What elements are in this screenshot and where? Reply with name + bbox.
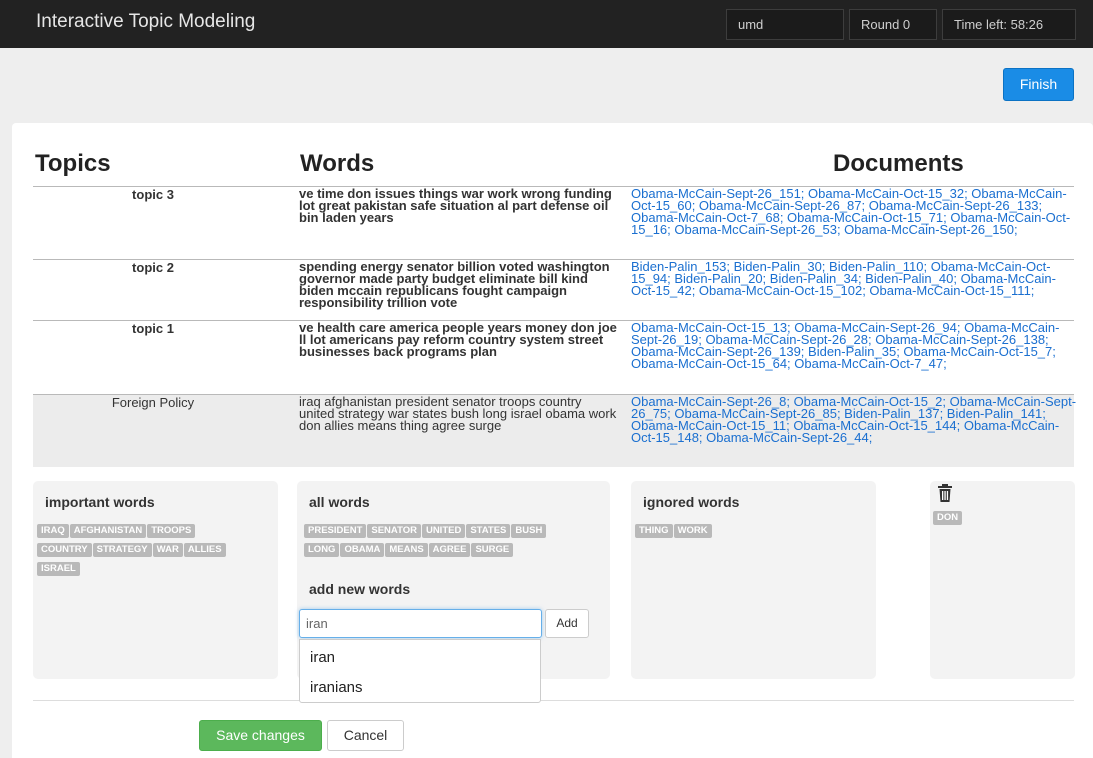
word-tag[interactable]: UNITED bbox=[421, 524, 466, 538]
ignored-words-title: ignored words bbox=[643, 494, 740, 510]
all-words-tags: PRESIDENT SENATOR UNITED STATES BUSH LONG OBAM… bbox=[304, 521, 547, 559]
new-word-input[interactable] bbox=[299, 609, 542, 638]
all-words-title: all words bbox=[309, 494, 370, 510]
finish-button[interactable]: Finish bbox=[1003, 68, 1074, 101]
word-tag[interactable]: AFGHANISTAN bbox=[69, 524, 147, 538]
word-tag[interactable]: WAR bbox=[152, 543, 183, 557]
important-words-tags: IRAQ AFGHANISTAN TROOPS COUNTRY STRATEGY WAR A… bbox=[37, 521, 227, 578]
word-tag[interactable]: ISRAEL bbox=[37, 562, 80, 576]
topic-name[interactable]: Foreign Policy bbox=[33, 396, 273, 409]
word-tag[interactable]: STATES bbox=[466, 524, 511, 538]
important-words-box[interactable]: important words IRAQ AFGHANISTAN TROOPS COU… bbox=[33, 481, 278, 679]
topic-documents-links[interactable]: Biden-Palin_153; Biden-Palin_30; Biden-P… bbox=[631, 260, 1079, 297]
word-tag[interactable]: ALLIES bbox=[183, 543, 226, 557]
topic-words: ve time don issues things war work wrong… bbox=[299, 186, 612, 225]
word-tag[interactable]: TROOPS bbox=[147, 524, 196, 538]
add-new-words-title: add new words bbox=[309, 581, 411, 597]
topic-documents-links[interactable]: Obama-McCain-Sept-26_151; Obama-McCain-O… bbox=[631, 187, 1079, 236]
autocomplete-option[interactable]: iran bbox=[310, 649, 335, 666]
time-left-indicator: Time left: 58:26 bbox=[942, 9, 1076, 40]
autocomplete-option[interactable]: iranians bbox=[310, 679, 363, 696]
documents-heading: Documents bbox=[833, 150, 964, 177]
word-tag[interactable]: AGREE bbox=[428, 543, 471, 557]
word-tag[interactable]: STRATEGY bbox=[92, 543, 152, 557]
topic-words: spending energy senator billion voted wa… bbox=[299, 259, 610, 310]
word-tag[interactable]: OBAMA bbox=[340, 543, 385, 557]
topic-name[interactable]: topic 1 bbox=[33, 322, 273, 335]
trash-tags: DON bbox=[933, 508, 963, 527]
cancel-button[interactable]: Cancel bbox=[327, 720, 404, 751]
important-words-title: important words bbox=[45, 494, 155, 510]
word-tag[interactable]: MEANS bbox=[385, 543, 428, 557]
word-tag[interactable]: PRESIDENT bbox=[304, 524, 367, 538]
topic-name[interactable]: topic 2 bbox=[33, 261, 273, 274]
add-word-button[interactable]: Add bbox=[545, 609, 589, 638]
navbar: Interactive Topic Modeling umd Round 0 T… bbox=[0, 0, 1093, 48]
word-tag[interactable]: COUNTRY bbox=[37, 543, 92, 557]
ignored-words-tags: THING WORK bbox=[635, 521, 713, 540]
topic-words: iraq afghanistan president senator troop… bbox=[299, 394, 617, 433]
word-tag[interactable]: WORK bbox=[673, 524, 712, 538]
word-tag[interactable]: THING bbox=[635, 524, 673, 538]
user-indicator: umd bbox=[726, 9, 844, 40]
word-tag[interactable]: BUSH bbox=[511, 524, 547, 538]
topic-row[interactable]: topic 1 ve health care america people ye… bbox=[33, 320, 1074, 394]
word-tag[interactable]: IRAQ bbox=[37, 524, 69, 538]
trash-icon bbox=[938, 484, 952, 502]
topic-row-selected[interactable]: Foreign Policy iraq afghanistan presiden… bbox=[33, 394, 1076, 467]
topic-documents-links[interactable]: Obama-McCain-Sept-26_8; Obama-McCain-Oct… bbox=[631, 395, 1079, 444]
trash-box[interactable]: DON bbox=[930, 481, 1075, 679]
topics-heading: Topics bbox=[35, 150, 111, 177]
word-tag[interactable]: SURGE bbox=[471, 543, 514, 557]
topic-row[interactable]: topic 3 ve time don issues things war wo… bbox=[33, 186, 1074, 259]
autocomplete-dropdown: iran iranians bbox=[299, 639, 541, 703]
words-heading: Words bbox=[300, 150, 375, 177]
footer-divider bbox=[33, 700, 1074, 701]
app-title: Interactive Topic Modeling bbox=[36, 11, 256, 32]
topic-words: ve health care america people years mone… bbox=[299, 320, 617, 359]
ignored-words-box[interactable]: ignored words THING WORK bbox=[631, 481, 876, 679]
word-tag[interactable]: SENATOR bbox=[367, 524, 421, 538]
topic-row[interactable]: topic 2 spending energy senator billion … bbox=[33, 259, 1074, 320]
topic-documents-links[interactable]: Obama-McCain-Oct-15_13; Obama-McCain-Sep… bbox=[631, 321, 1079, 370]
topic-name[interactable]: topic 3 bbox=[33, 188, 273, 201]
word-tag[interactable]: LONG bbox=[304, 543, 340, 557]
round-indicator: Round 0 bbox=[849, 9, 937, 40]
save-changes-button[interactable]: Save changes bbox=[199, 720, 322, 751]
word-tag[interactable]: DON bbox=[933, 511, 963, 525]
